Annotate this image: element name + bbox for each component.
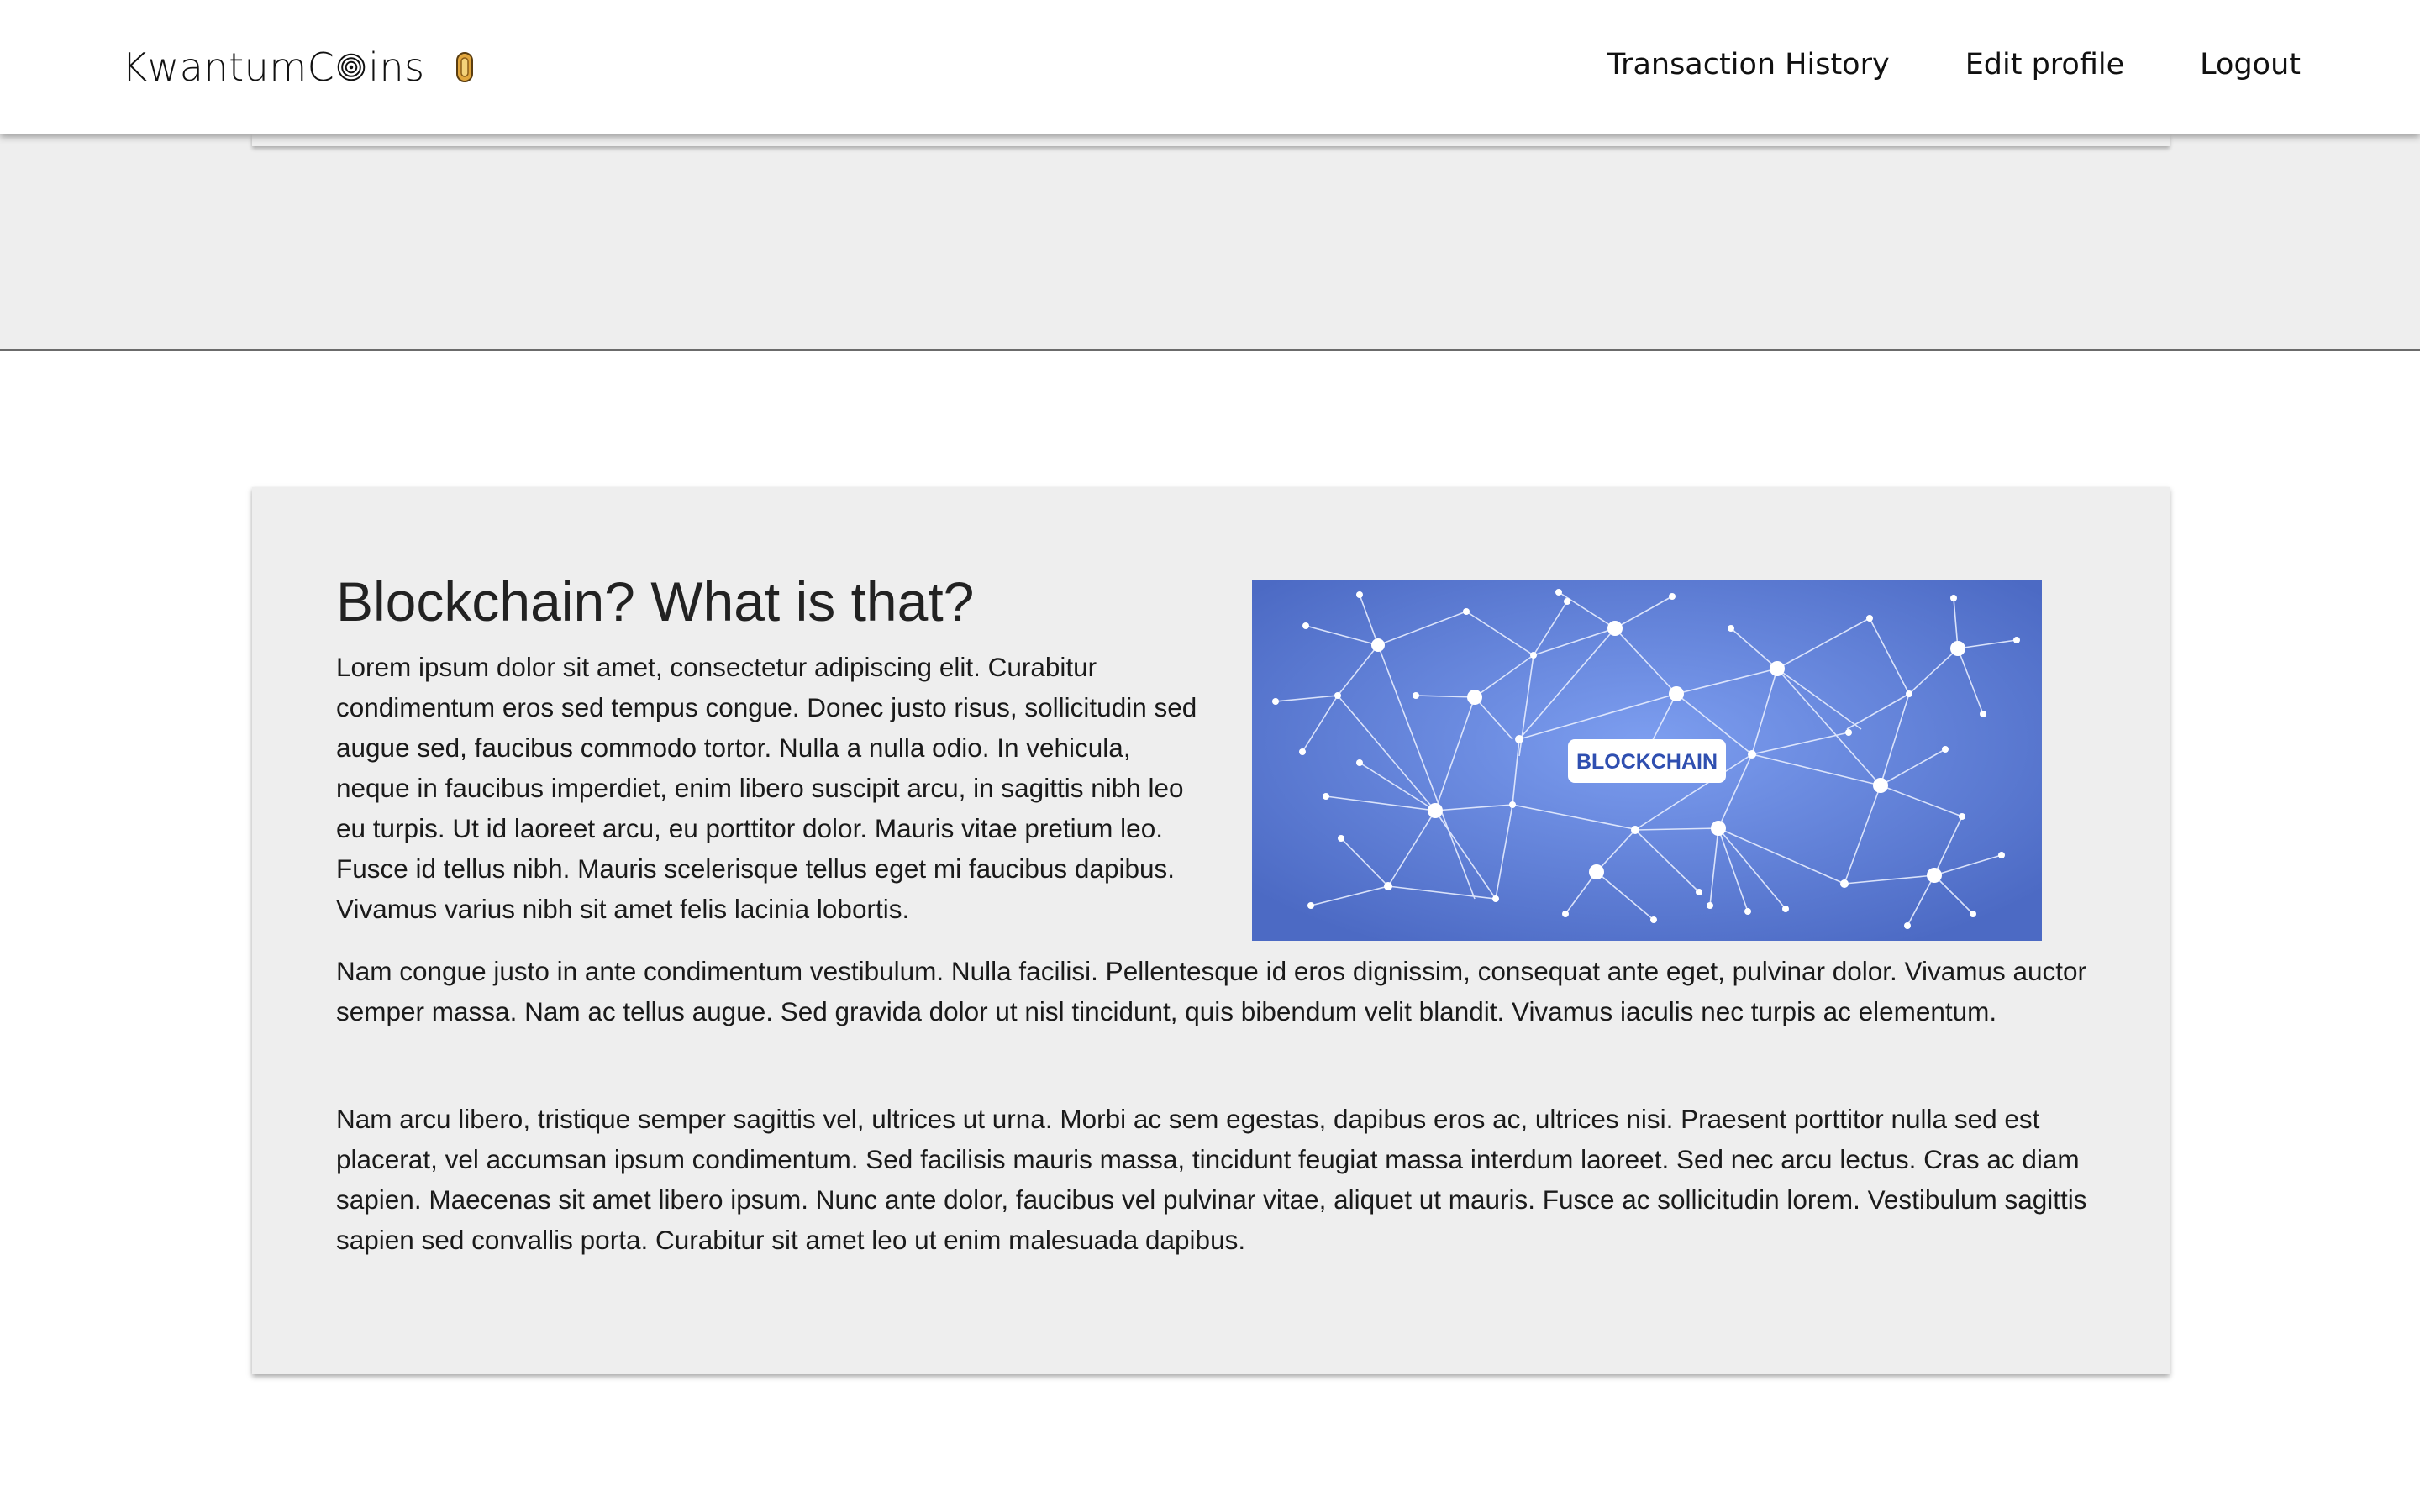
article-paragraph-2: Nam congue justo in ante condimentum ves… [336,956,2087,1026]
nav-transaction-history-link[interactable]: Transaction History [1607,42,1890,87]
nav-edit-profile-link[interactable]: Edit profile [1965,42,2124,87]
article-title: Blockchain? What is that? [336,570,975,633]
blockchain-article-card: Blockchain? What is that? Lorem ipsum do… [252,487,2170,1374]
blockchain-image-label: BLOCKCHAIN [1576,750,1718,774]
brand-name-prefix: KwantumC [122,45,335,90]
target-icon [337,53,366,81]
main-nav: Transaction History Edit profile Logout [1607,42,2301,87]
nav-logout-link[interactable]: Logout [2200,42,2301,87]
brand-name-suffix: ins [368,45,425,90]
previous-card-edge [252,134,2170,146]
article-paragraph-3: Nam arcu libero, tristique semper sagitt… [336,1104,2087,1255]
article-paragraph-1: Lorem ipsum dolor sit amet, consectetur … [336,652,1197,924]
previous-section-band [0,134,2420,351]
coin-icon [455,52,473,82]
blockchain-network-image: BLOCKCHAIN [1252,580,2042,941]
navbar: KwantumC ins Transaction History Edit pr… [0,0,2420,134]
brand-logo-link[interactable]: KwantumC ins [122,40,474,94]
